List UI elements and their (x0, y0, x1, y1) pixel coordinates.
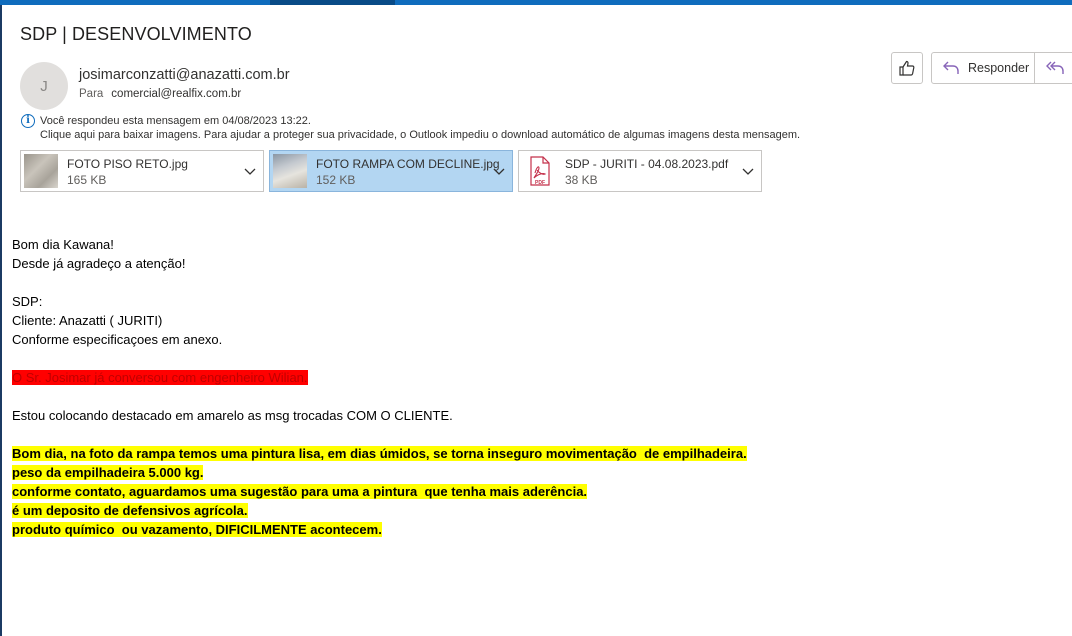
chevron-down-icon[interactable] (243, 164, 257, 178)
recipient-row: Para comercial@realfix.com.br (79, 88, 241, 100)
attachment-size: 38 KB (565, 173, 598, 187)
attachment-name: SDP - JURITI - 04.08.2023.pdf (565, 157, 729, 171)
image-thumbnail-icon (273, 154, 307, 188)
top-accent-bar (0, 0, 1072, 5)
client-message-line: produto químico ou vazamento, DIFICILMEN… (12, 522, 382, 537)
recipient-email[interactable]: comercial@realfix.com.br (111, 88, 241, 100)
email-subject: SDP | DESENVOLVIMENTO (20, 24, 252, 44)
greeting-line: Bom dia Kawana! (12, 237, 114, 252)
chevron-down-icon[interactable] (741, 164, 755, 178)
active-tab-indicator (270, 0, 395, 5)
client-message-line: Bom dia, na foto da rampa temos uma pint… (12, 446, 747, 461)
image-thumbnail-icon (24, 154, 58, 188)
client-line: Cliente: Anazatti ( JURITI) (12, 313, 163, 328)
message-body: Bom dia Kawana! Desde já agradeço a aten… (12, 235, 747, 539)
thanks-line: Desde já agradeço a atenção! (12, 256, 186, 271)
specs-line: Conforme especificaçoes em anexo. (12, 332, 223, 347)
attachment-item[interactable]: FOTO PISO RETO.jpg 165 KB (20, 150, 264, 192)
pdf-file-icon: PDF (522, 154, 556, 188)
reply-all-button[interactable] (1035, 52, 1072, 84)
attachment-name: FOTO PISO RETO.jpg (67, 157, 188, 171)
client-message-line: conforme contato, aguardamos uma sugestã… (12, 484, 588, 499)
attachment-item[interactable]: PDF SDP - JURITI - 04.08.2023.pdf 38 KB (518, 150, 762, 192)
left-edge (0, 5, 2, 636)
reply-button[interactable]: Responder (931, 52, 1035, 84)
sdp-line: SDP: (12, 294, 43, 309)
client-message-line: é um deposito de defensivos agrícola. (12, 503, 248, 518)
yellow-intro-line: Estou colocando destacado em amarelo as … (12, 408, 453, 423)
attachment-item[interactable]: FOTO RAMPA COM DECLINE.jpg 152 KB (269, 150, 513, 192)
info-banner[interactable]: i Você respondeu esta mensagem em 04/08/… (21, 114, 800, 142)
message-actions: Responder (891, 52, 1072, 84)
sender-email[interactable]: josimarconzatti@anazatti.com.br (79, 67, 290, 83)
replied-notice: Você respondeu esta mensagem em 04/08/20… (40, 115, 311, 127)
chevron-down-icon[interactable] (492, 164, 506, 178)
thumbs-up-icon (899, 60, 915, 76)
attachment-size: 152 KB (316, 173, 356, 187)
to-label: Para (79, 88, 104, 100)
attachment-name: FOTO RAMPA COM DECLINE.jpg (316, 157, 500, 171)
like-button[interactable] (891, 52, 923, 84)
reply-icon (943, 61, 959, 74)
download-images-link[interactable]: Clique aqui para baixar imagens. Para aj… (40, 128, 800, 142)
reply-all-icon (1045, 61, 1064, 74)
info-icon: i (21, 114, 35, 128)
avatar[interactable]: J (20, 62, 68, 110)
client-message-line: peso da empilhadeira 5.000 kg. (12, 465, 204, 480)
red-highlight-note: O Sr. Josimar já conversou com engenheir… (12, 370, 308, 385)
attachments-bar: FOTO PISO RETO.jpg 165 KB FOTO RAMPA COM… (20, 150, 767, 192)
attachment-size: 165 KB (67, 173, 107, 187)
reply-label: Responder (968, 61, 1030, 75)
svg-text:PDF: PDF (535, 180, 545, 186)
